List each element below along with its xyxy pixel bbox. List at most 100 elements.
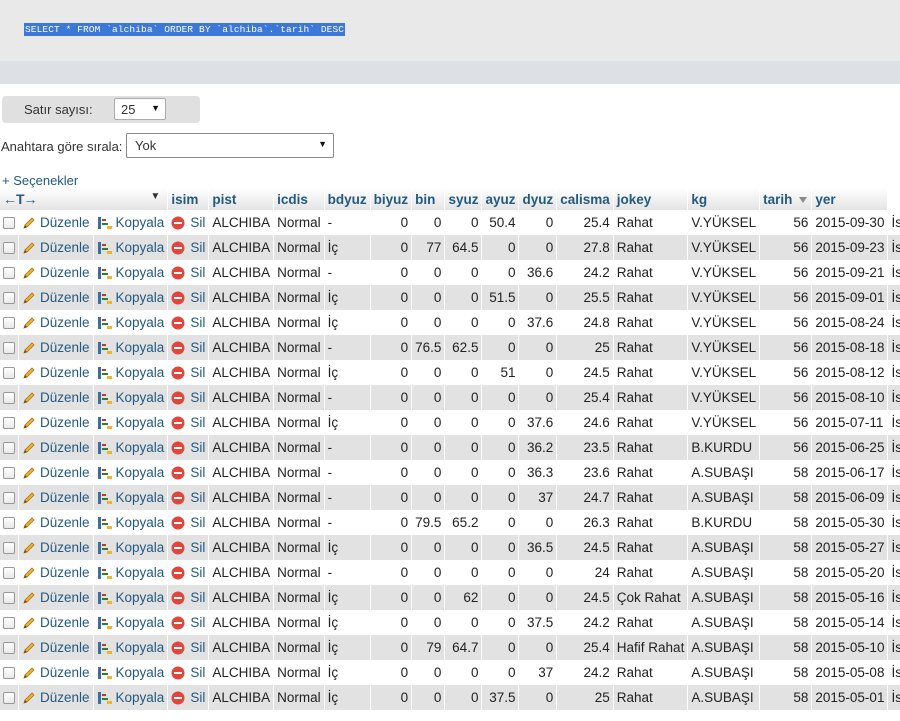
cell-jokey[interactable]: A.SUBAŞI <box>687 610 761 635</box>
delete-icon[interactable] <box>171 566 185 580</box>
table-row[interactable]: Düzenle Kopyala Sil ALCHIBA Normal İç 0 0 0 37.5 0… <box>0 685 900 710</box>
cell-biyuz[interactable]: 0 <box>411 260 446 285</box>
delete-link[interactable]: Sil <box>190 540 205 555</box>
table-row[interactable]: Düzenle Kopyala Sil ALCHIBA Normal İç 0 79 64.7 0… <box>0 635 900 660</box>
row-checkbox[interactable] <box>3 342 15 355</box>
copy-link[interactable]: Kopyala <box>116 615 165 630</box>
cell-bdyuz[interactable]: 0 <box>370 610 413 635</box>
cell-yer[interactable]: İstanbul <box>887 685 900 710</box>
cell-isim[interactable]: ALCHIBA <box>208 635 275 660</box>
delete-icon[interactable] <box>171 591 185 605</box>
cell-pist[interactable]: Normal <box>273 385 325 410</box>
pencil-icon[interactable] <box>22 466 36 480</box>
cell-yer[interactable]: İstanbul <box>887 510 900 535</box>
cell-bin[interactable]: 0 <box>444 560 483 585</box>
edit-link[interactable]: Düzenle <box>40 365 90 380</box>
cell-ayuz[interactable]: 0 <box>518 335 558 360</box>
cell-ayuz[interactable]: 0 <box>518 210 558 235</box>
delete-icon[interactable] <box>171 341 185 355</box>
cell-tarih[interactable]: 2015-09-23 <box>811 235 889 260</box>
pencil-icon[interactable] <box>22 341 36 355</box>
delete-link[interactable]: Sil <box>190 440 205 455</box>
cell-bdyuz[interactable]: 0 <box>370 510 413 535</box>
cell-bdyuz[interactable]: 0 <box>370 635 413 660</box>
edit-link[interactable]: Düzenle <box>40 590 90 605</box>
cell-ayuz[interactable]: 0 <box>518 585 558 610</box>
cell-biyuz[interactable]: 0 <box>411 310 446 335</box>
cell-kg[interactable]: 58 <box>759 485 813 510</box>
pencil-icon[interactable] <box>22 516 36 530</box>
cell-icdis[interactable]: - <box>324 560 371 585</box>
cell-kg[interactable]: 58 <box>759 585 813 610</box>
delete-link[interactable]: Sil <box>190 615 205 630</box>
cell-calisma[interactable]: Rahat <box>613 485 689 510</box>
delete-icon[interactable] <box>171 241 185 255</box>
cell-yer[interactable]: İstanbul <box>887 360 900 385</box>
cell-yer[interactable]: İstanbul <box>887 610 900 635</box>
cell-tarih[interactable]: 2015-06-25 <box>811 435 889 460</box>
cell-bdyuz[interactable]: 0 <box>370 385 413 410</box>
cell-pist[interactable]: Normal <box>273 635 325 660</box>
copy-link[interactable]: Kopyala <box>116 215 165 230</box>
row-checkbox[interactable] <box>3 492 15 505</box>
cell-ayuz[interactable]: 0 <box>518 385 558 410</box>
cell-bin[interactable]: 0 <box>444 285 483 310</box>
delete-link[interactable]: Sil <box>190 690 205 705</box>
cell-ayuz[interactable]: 36.6 <box>518 260 558 285</box>
cell-bin[interactable]: 0 <box>444 610 483 635</box>
cell-syuz[interactable]: 0 <box>481 410 520 435</box>
table-row[interactable]: Düzenle Kopyala Sil ALCHIBA Normal -0 0 0 0 36.2 2… <box>0 435 900 460</box>
edit-link[interactable]: Düzenle <box>40 540 90 555</box>
column-header-yer[interactable]: yer <box>811 188 889 210</box>
cell-pist[interactable]: Normal <box>273 585 325 610</box>
cell-yer[interactable]: İstanbul <box>887 485 900 510</box>
column-header-dyuz[interactable]: dyuz <box>518 188 558 210</box>
copy-icon[interactable] <box>97 416 113 430</box>
cell-syuz[interactable]: 0 <box>481 260 520 285</box>
delete-icon[interactable] <box>171 216 185 230</box>
cell-tarih[interactable]: 2015-06-17 <box>811 460 889 485</box>
cell-bdyuz[interactable]: 0 <box>370 560 413 585</box>
cell-tarih[interactable]: 2015-05-08 <box>811 660 889 685</box>
cell-dyuz[interactable]: 23.5 <box>556 435 614 460</box>
copy-link[interactable]: Kopyala <box>116 465 165 480</box>
copy-icon[interactable] <box>97 216 113 230</box>
copy-icon[interactable] <box>97 591 113 605</box>
column-header-bdyuz[interactable]: bdyuz <box>324 188 371 210</box>
cell-isim[interactable]: ALCHIBA <box>208 660 275 685</box>
cell-syuz[interactable]: 0 <box>481 510 520 535</box>
row-checkbox[interactable] <box>3 242 15 255</box>
cell-kg[interactable]: 56 <box>759 210 813 235</box>
cell-bin[interactable]: 0 <box>444 660 483 685</box>
table-row[interactable]: Düzenle Kopyala Sil ALCHIBA Normal İç 0 0 0 0 36.5… <box>0 535 900 560</box>
cell-tarih[interactable]: 2015-05-16 <box>811 585 889 610</box>
cell-yer[interactable]: İstanbul <box>887 585 900 610</box>
cell-pist[interactable]: Normal <box>273 260 325 285</box>
cell-tarih[interactable]: 2015-08-12 <box>811 360 889 385</box>
cell-isim[interactable]: ALCHIBA <box>208 585 275 610</box>
edit-link[interactable]: Düzenle <box>40 515 90 530</box>
cell-bin[interactable]: 64.5 <box>444 235 483 260</box>
column-header-tarih-label[interactable]: tarih <box>763 192 792 207</box>
cell-yer[interactable]: İstanbul <box>887 260 900 285</box>
cell-dyuz[interactable]: 24.8 <box>556 310 614 335</box>
edit-link[interactable]: Düzenle <box>40 415 90 430</box>
cell-pist[interactable]: Normal <box>273 560 325 585</box>
column-header-ayuz[interactable]: ayuz <box>481 188 520 210</box>
cell-calisma[interactable]: Rahat <box>613 360 689 385</box>
pencil-icon[interactable] <box>22 241 36 255</box>
table-row[interactable]: Düzenle Kopyala Sil ALCHIBA Normal İç 0 0 0 0 37.5… <box>0 610 900 635</box>
column-header-calisma[interactable]: calisma <box>556 188 614 210</box>
copy-icon[interactable] <box>97 391 113 405</box>
cell-calisma[interactable]: Rahat <box>613 260 689 285</box>
cell-isim[interactable]: ALCHIBA <box>208 310 275 335</box>
cell-jokey[interactable]: V.YÜKSEL <box>687 235 761 260</box>
copy-link[interactable]: Kopyala <box>116 565 165 580</box>
cell-biyuz[interactable]: 0 <box>411 360 446 385</box>
delete-link[interactable]: Sil <box>190 265 205 280</box>
delete-link[interactable]: Sil <box>190 240 205 255</box>
cell-kg[interactable]: 56 <box>759 285 813 310</box>
cell-biyuz[interactable]: 79 <box>411 635 446 660</box>
copy-link[interactable]: Kopyala <box>116 315 165 330</box>
row-count-select[interactable]: 25 ▼ <box>114 98 166 120</box>
